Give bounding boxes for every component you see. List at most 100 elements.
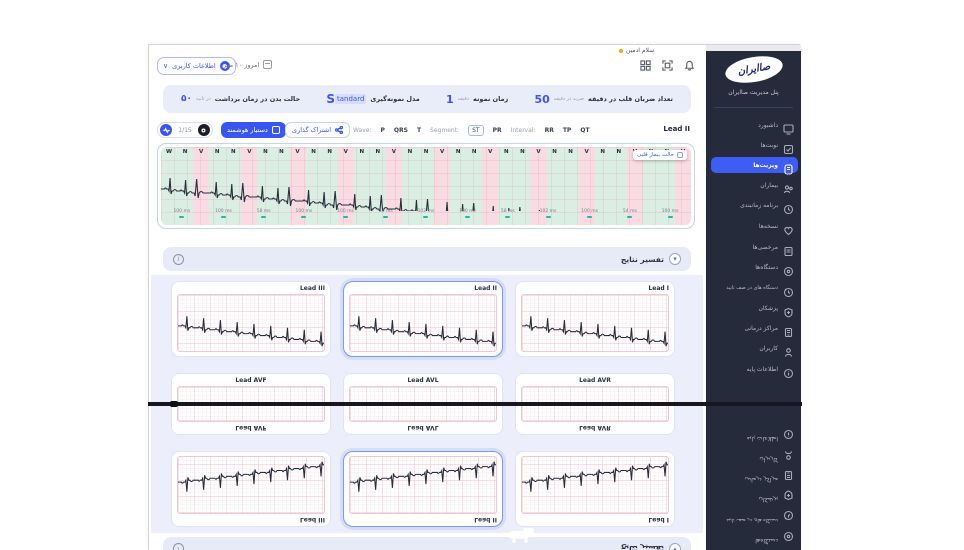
lead-card-lead-iii[interactable]: Lead III [171, 451, 331, 527]
wave-legend: Wave: P QRS T Segment: ST PR Interval: R… [353, 125, 590, 136]
results-header: ▾ تفسیر نتایج i [163, 247, 691, 271]
sidebar-item-pending-devices[interactable]: دستگاه های در صف تایید [711, 280, 798, 296]
current-lead-label: Lead II [663, 125, 690, 133]
lead-card-lead-avl[interactable]: Lead AVL [343, 404, 503, 435]
collapse-chevron-icon[interactable]: ▾ [669, 253, 681, 265]
lead-chart [349, 456, 497, 514]
info-icon[interactable]: i [173, 544, 184, 550]
stat-value: 1 [446, 93, 454, 106]
clinics-icon [783, 475, 794, 486]
sidebar-item-dashboard[interactable]: داشبورد [711, 117, 798, 133]
sidebar-item-leaves[interactable]: مرخصی‌ها [711, 239, 798, 255]
sidebar-item-devices[interactable]: دستگاه‌ها [711, 259, 798, 275]
sidebar-item-appointments[interactable]: نوبت‌ها [711, 137, 798, 153]
lead-card-label: Lead III [177, 285, 325, 292]
segment-chip-st[interactable]: ST [468, 125, 483, 136]
sidebar-item-devices[interactable]: دستگاه‌ها [711, 533, 798, 549]
interval-label: Interval: [511, 127, 536, 134]
sidebar-item-clinics[interactable]: مراکز درمانی [711, 320, 798, 336]
smart-assistant-button[interactable]: دستیار هوشمند [221, 122, 286, 138]
stat-label: مدل نمونه‌گیری [370, 95, 419, 103]
lead-card-label: Lead III [177, 516, 325, 523]
sidebar-item-schedule[interactable]: برنامه زمانبندی [711, 197, 798, 213]
share-button[interactable]: اشتراک گذاری [285, 122, 350, 138]
pending-devices-icon [783, 283, 794, 294]
chevron-down-icon: ∨ [163, 62, 168, 70]
theme-toggle-icon[interactable] [198, 124, 210, 136]
stat-value: S tandard [326, 92, 366, 106]
main-ecg-strip[interactable]: WNVNNVNNVNNVNNVNNVNNVNNVNNVNNVNNV 100 ms… [157, 143, 695, 229]
pending-devices-icon [783, 515, 794, 526]
lead-card-lead-ii-selected[interactable]: Lead II [343, 281, 503, 357]
lead-card-lead-i[interactable]: Lead I [515, 451, 675, 527]
stat-value: ۵۰ [181, 94, 192, 104]
users-icon [783, 455, 794, 466]
assistant-icon [272, 126, 280, 134]
strip-tooltip-label: حالت بیمار قلبی [637, 152, 674, 158]
interval-ms-labels: 100 ms100 ms58 ms100 ms100 ms54 ms102 ms… [161, 209, 691, 218]
lead-card-lead-ii-selected[interactable]: Lead II [343, 451, 503, 527]
devices-icon [783, 536, 794, 547]
lead-card-label: Lead AVR [521, 424, 669, 431]
top-icon-row [639, 59, 696, 72]
scan-icon[interactable] [661, 59, 674, 72]
lead-card-lead-avf[interactable]: Lead AVF [171, 373, 331, 404]
brand-logo-text: صاایران [736, 61, 770, 78]
sidebar-item-visits[interactable]: ویزیت‌ها [711, 157, 798, 173]
greeting-label: سلام ادمین [626, 47, 654, 54]
sidebar-item-base-info[interactable]: اطلاعات پایه [711, 361, 798, 377]
lead-card-lead-avf[interactable]: Lead AVF [171, 404, 331, 435]
calendar-icon [263, 60, 272, 69]
wave-item-qrs: QRS [394, 127, 408, 134]
share-label: اشتراک گذاری [292, 126, 331, 134]
qr-grid-icon[interactable] [639, 59, 652, 72]
sidebar-item-prescriptions[interactable]: نسخه‌ها [711, 218, 798, 234]
patients-icon [783, 180, 794, 191]
scale-toggle[interactable]: 1/15 [157, 122, 213, 138]
lead-card-lead-i[interactable]: Lead I [515, 281, 675, 357]
sidebar-item-users[interactable]: کاربران [711, 340, 798, 356]
segment-label: Segment: [430, 127, 459, 134]
sidebar-divider [714, 107, 793, 108]
lead-card-lead-avl[interactable]: Lead AVL [343, 373, 503, 404]
sidebar-item-base-info[interactable]: اطلاعات پایه [711, 431, 798, 447]
info-icon[interactable]: i [173, 254, 184, 265]
watermark-logo-icon [507, 528, 537, 543]
base-info-icon [783, 434, 794, 445]
lead-chart [177, 456, 325, 514]
lead-card-lead-iii[interactable]: Lead III [171, 281, 331, 357]
bell-icon[interactable] [683, 59, 696, 72]
sidebar-item-users[interactable]: کاربران [711, 452, 798, 468]
sidebar-item-doctors[interactable]: پزشکان [711, 492, 798, 508]
top-bar: ∨ اطلاعات کاربری ● امروز ۱۰ مهر سلام ادم… [149, 45, 706, 83]
lead-card-label: Lead I [521, 516, 669, 523]
sidebar-item-clinics[interactable]: مراکز درمانی [711, 472, 798, 488]
lead-card-label: Lead AVL [349, 424, 497, 431]
sidebar-item-pending-devices[interactable]: دستگاه های در صف تایید [711, 512, 798, 528]
lead-card-label: Lead AVF [177, 377, 325, 384]
sidebar-item-doctors[interactable]: پزشکان [711, 300, 798, 316]
interval-item-qt: QT [580, 127, 589, 134]
glitch-divider-line [148, 402, 802, 406]
pulse-toggle-icon[interactable] [160, 124, 172, 136]
assistant-label: دستیار هوشمند [227, 126, 268, 134]
sidebar-item-patients[interactable]: بیماران [711, 177, 798, 193]
lead-card-lead-avr[interactable]: Lead AVR [515, 373, 675, 404]
stat-value: 50 [534, 93, 549, 106]
mirrored-glitch-region: ∨ اطلاعات کاربری ● امروز ۱۰ مهر سلام ادم… [149, 404, 801, 550]
normal-render-region: ∨ اطلاعات کاربری ● امروز ۱۰ مهر سلام ادم… [149, 45, 801, 404]
stat-label: حالت بدن در زمان برداشت [215, 95, 300, 103]
stat-unit: ضربه در دقیقه [554, 96, 584, 102]
stat-label: زمان نمونه [473, 95, 508, 103]
prescriptions-icon [783, 221, 794, 232]
visits-icon [783, 160, 794, 171]
stat-unit: در ثانیه [196, 96, 211, 102]
lead-card-lead-avr[interactable]: Lead AVR [515, 404, 675, 435]
base-info-icon [783, 364, 794, 375]
stat-label: تعداد ضربان قلب در دقیقه [588, 95, 673, 103]
segment-item-pr: PR [493, 127, 502, 134]
sidebar-top-strip [706, 45, 801, 51]
collapse-chevron-icon[interactable]: ▾ [669, 543, 681, 550]
stat-sample-time: زمان نمونه دقیقه 1 [446, 93, 508, 106]
sidebar: صاایران پنل مدیریت صاایران داشبورد نوبت‌… [706, 404, 801, 550]
